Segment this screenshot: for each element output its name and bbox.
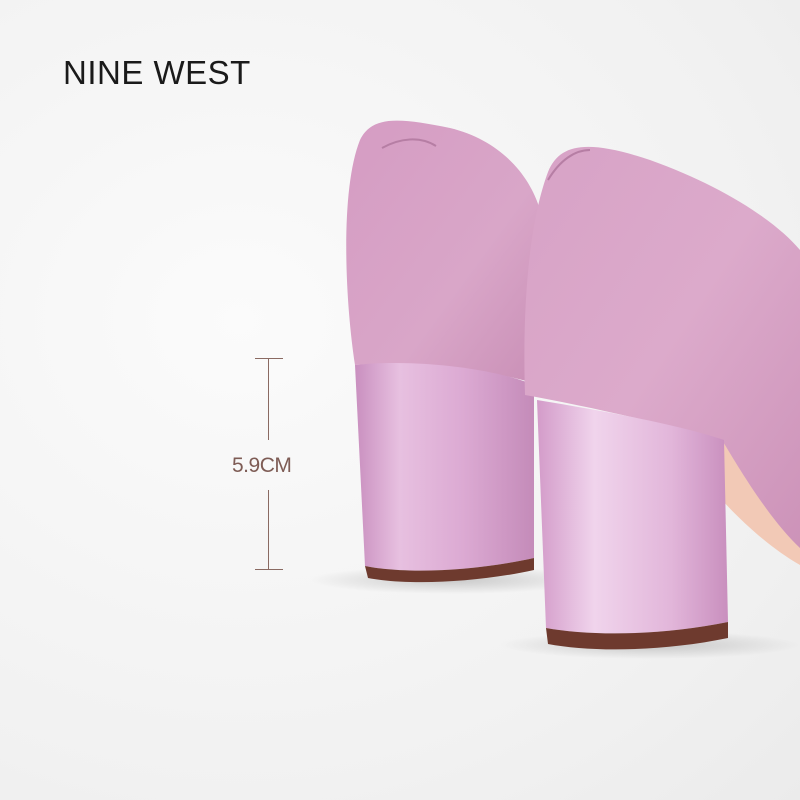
right-heel: [537, 400, 728, 634]
measure-line-top: [268, 358, 269, 440]
measure-bottom-cap: [255, 569, 283, 570]
left-heel: [355, 362, 534, 571]
heel-height-label: 5.9CM: [232, 454, 292, 477]
shoes-illustration: [310, 120, 800, 659]
measure-top-cap: [255, 358, 283, 359]
brand-logo: NINE WEST: [63, 54, 251, 91]
left-shoe-upper: [346, 120, 540, 386]
product-photo: NINE WEST 5.9CM: [0, 0, 800, 800]
measure-line-bottom: [268, 490, 269, 570]
